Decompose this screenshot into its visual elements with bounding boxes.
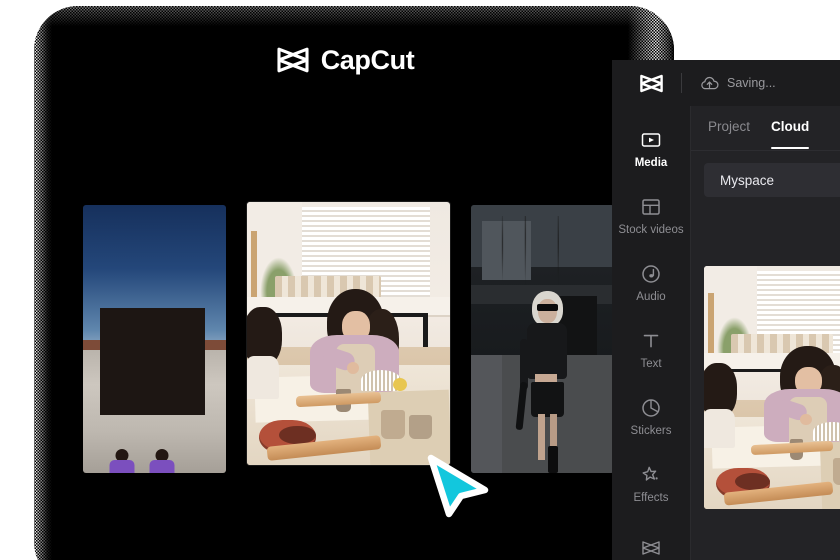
cloud-upload-icon xyxy=(701,76,719,89)
sidebar-item-text[interactable]: Text xyxy=(612,317,690,384)
screenshot-stage: CapCut Saving... Media Stock videos Audi… xyxy=(0,0,840,560)
sidebar-item-label: Text xyxy=(640,358,662,371)
thumbnail-strip xyxy=(83,202,614,473)
sidebar-item-label: Media xyxy=(634,157,668,170)
sidebar-item-transitions[interactable] xyxy=(612,518,690,560)
photo-pottery-preview xyxy=(704,266,840,509)
capcut-wordmark: CapCut xyxy=(320,44,415,75)
photo-pottery xyxy=(247,202,450,465)
tool-rail: Media Stock videos Audio Text Stickers E… xyxy=(612,106,691,560)
arrow-pointer-icon xyxy=(427,454,489,518)
myspace-label: Myspace xyxy=(720,172,775,188)
sticker-circle-icon xyxy=(642,399,660,417)
thumbnail-skaters[interactable] xyxy=(83,205,226,473)
thumbnail-street-fashion[interactable] xyxy=(471,205,614,473)
sidebar-item-media[interactable]: Media xyxy=(612,116,690,183)
tab-project[interactable]: Project xyxy=(708,120,750,136)
header-divider xyxy=(681,73,682,93)
transitions-bowtie-icon xyxy=(642,541,660,555)
capcut-brand-lockup: CapCut xyxy=(0,40,690,80)
hero-promo-card: CapCut xyxy=(0,0,690,560)
sidebar-item-stock-videos[interactable]: Stock videos xyxy=(612,183,690,250)
sidebar-item-effects[interactable]: Effects xyxy=(612,451,690,518)
sidebar-item-audio[interactable]: Audio xyxy=(612,250,690,317)
dark-backdrop-panel xyxy=(100,308,205,416)
panel-tabs: Project Cloud xyxy=(691,106,840,151)
sparkle-star-icon xyxy=(642,466,658,481)
app-body: Media Stock videos Audio Text Stickers E… xyxy=(612,106,840,560)
app-header: Saving... xyxy=(612,60,840,106)
sidebar-item-label: Stock videos xyxy=(618,224,684,237)
capcut-bowtie-icon[interactable] xyxy=(639,73,664,94)
sidebar-item-stickers[interactable]: Stickers xyxy=(612,384,690,451)
music-note-circle-icon xyxy=(642,265,660,283)
photo-street-fashion xyxy=(471,205,614,473)
saving-status-label: Saving... xyxy=(727,76,776,90)
cloud-panel: Project Cloud Myspace xyxy=(691,106,840,560)
sidebar-item-label: Effects xyxy=(633,492,669,505)
cloud-media-thumbnail[interactable] xyxy=(704,266,840,509)
photo-skaters xyxy=(83,205,226,473)
myspace-button[interactable]: Myspace xyxy=(704,163,840,197)
capcut-bowtie-icon xyxy=(277,47,309,73)
sidebar-item-label: Audio xyxy=(636,291,666,304)
layout-grid-icon xyxy=(642,199,660,215)
media-play-rect-icon xyxy=(641,133,661,147)
tab-cloud[interactable]: Cloud xyxy=(771,120,810,148)
capcut-app-window: Saving... Media Stock videos Audio Text … xyxy=(612,60,840,560)
sidebar-item-label: Stickers xyxy=(630,425,672,438)
text-t-icon xyxy=(643,335,659,348)
thumbnail-pottery[interactable] xyxy=(247,202,450,465)
